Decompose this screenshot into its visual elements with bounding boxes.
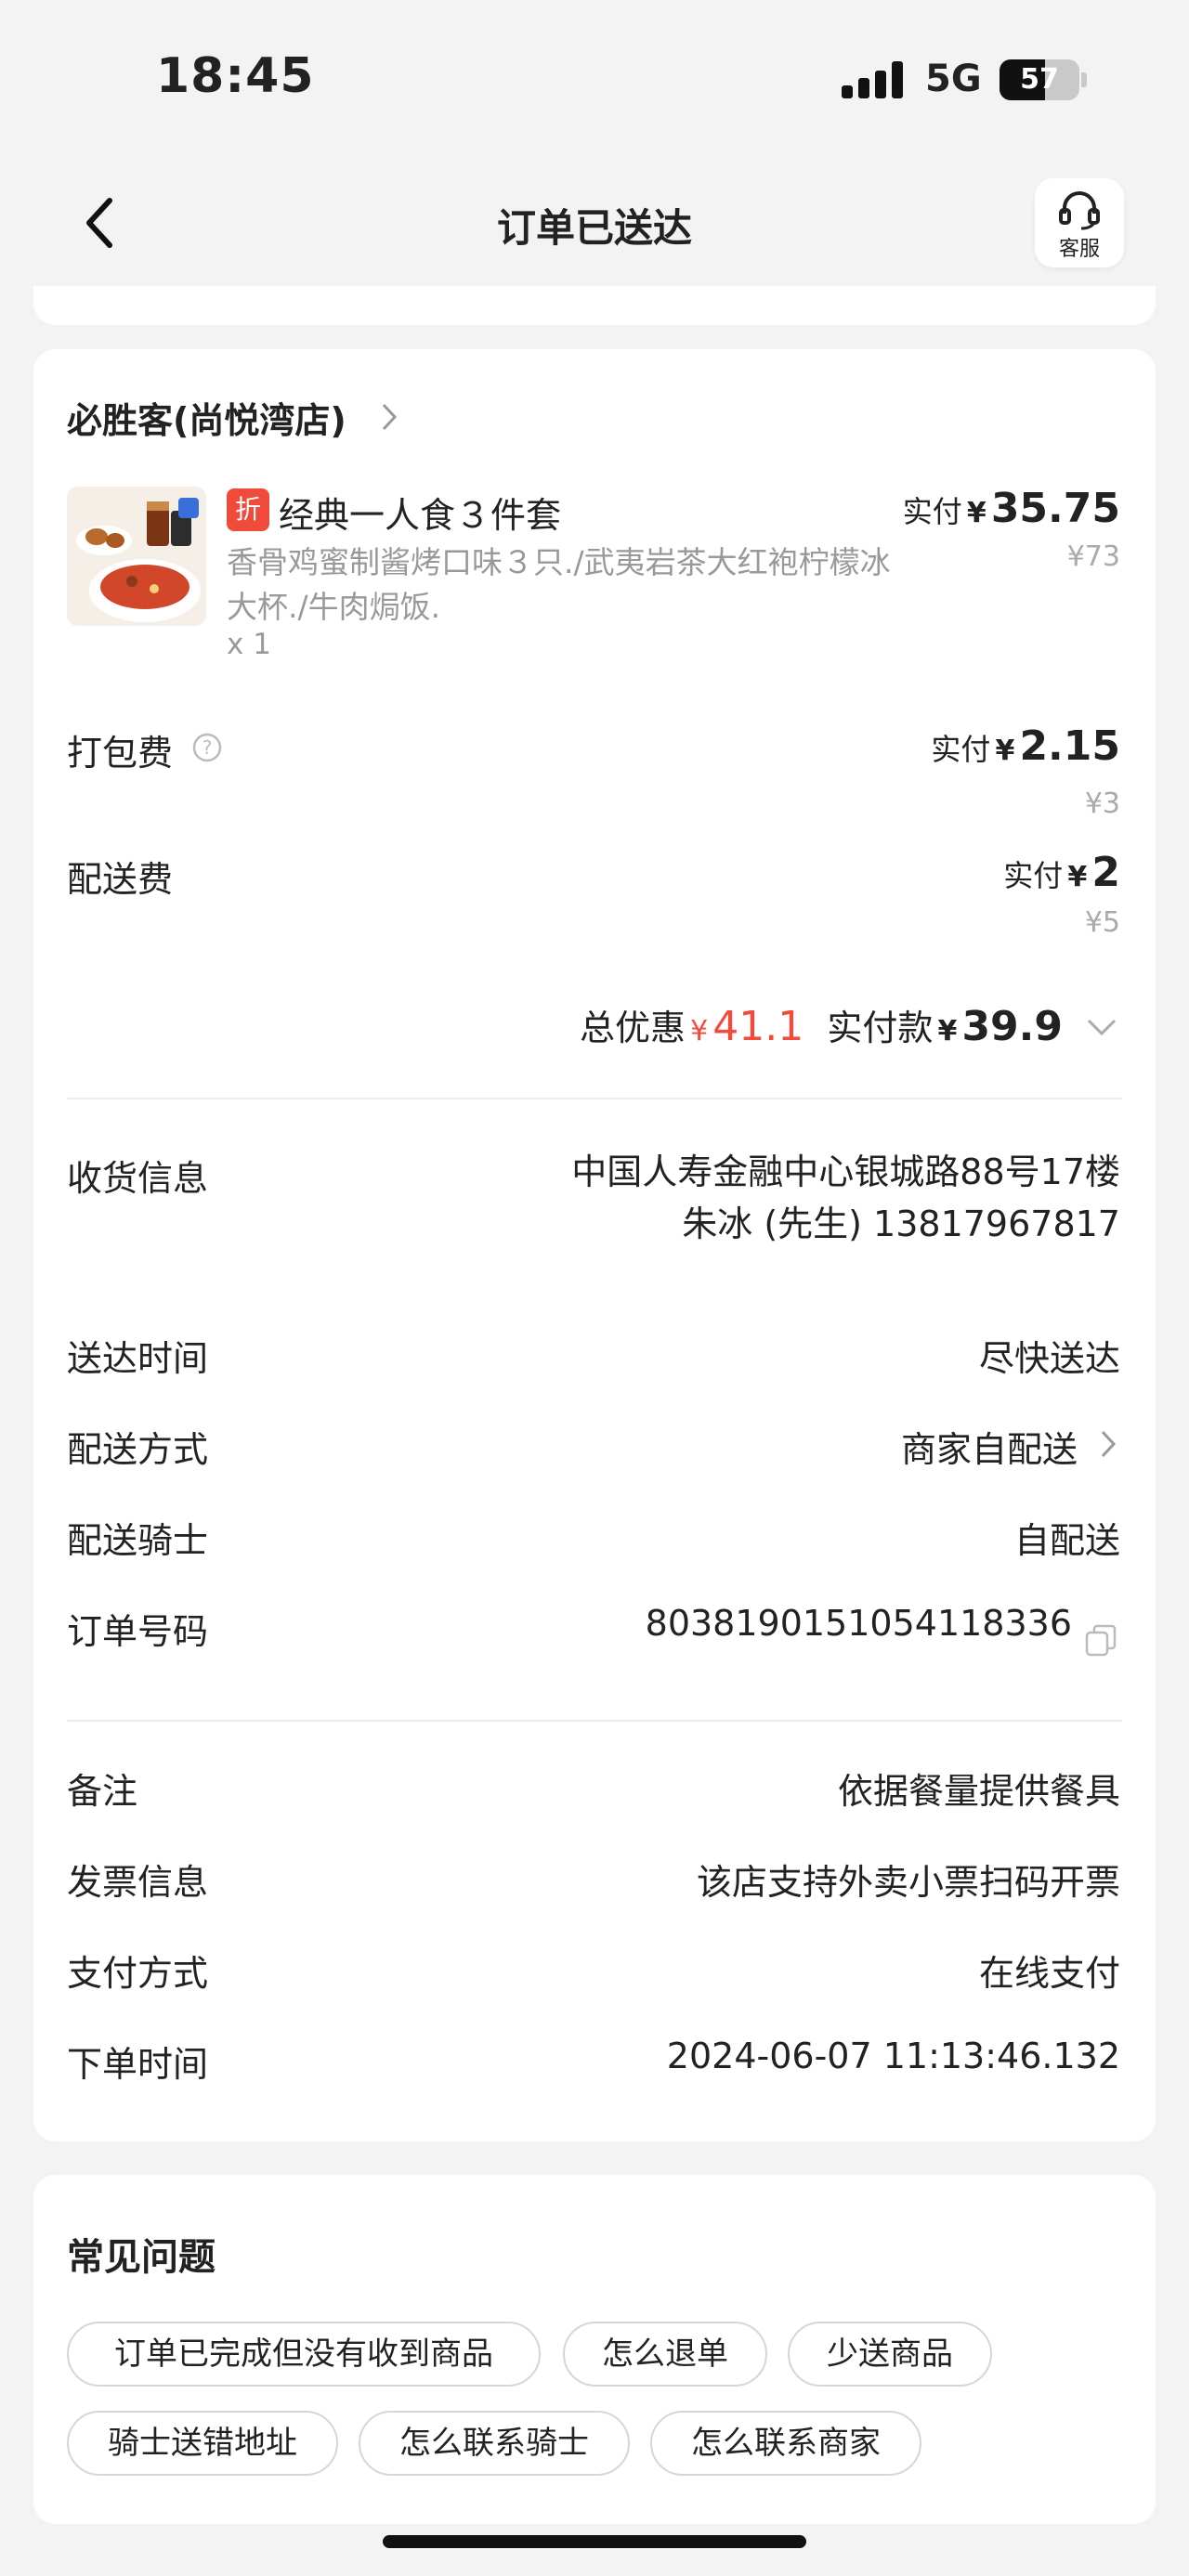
payment-method-label: 支付方式 [67,1953,209,1994]
packaging-fee-price: 实付 ¥ 2.15 [931,722,1120,770]
nav-bar: 订单已送达 客服 [0,158,1189,286]
remark-value: 依据餐量提供餐具 [837,1771,1120,1812]
delivery-time-label: 送达时间 [67,1338,209,1379]
paid-total-amount: 39.9 [961,1003,1063,1050]
order-card: 必胜客(尚悦湾店) 折 经典一人食３件套 香骨鸡蜜制酱烤口味３只./武夷岩茶大红… [33,349,1156,2141]
paid-total-label: 实付款 [827,1008,934,1048]
discount-label: 总优惠 [580,1008,686,1048]
help-icon[interactable]: ? [191,732,223,763]
faq-card: 常见问题 订单已完成但没有收到商品 怎么退单 少送商品 骑士送错地址 怎么联系骑… [33,2175,1156,2524]
battery-percent: 57 [1020,63,1059,96]
faq-chip[interactable]: 骑士送错地址 [67,2411,338,2476]
currency-symbol: ¥ [995,735,1015,767]
invoice-value: 该店支持外卖小票扫码开票 [696,1862,1120,1903]
network-label: 5G [925,58,982,100]
paid-label: 实付 [902,494,962,529]
order-number-label: 订单号码 [67,1611,209,1652]
discount-currency: ¥ [690,1015,709,1047]
home-indicator[interactable] [383,2535,806,2548]
item-name: 经典一人食３件套 [279,495,562,536]
food-image [67,487,206,626]
delivery-method-label: 配送方式 [67,1429,209,1470]
remark-label: 备注 [67,1771,138,1812]
status-time: 18:45 [156,48,315,104]
paid-total-currency: ¥ [937,1015,958,1047]
delivery-original-price: ¥5 [1084,906,1120,939]
status-bar: 18:45 5G 57 [0,0,1189,158]
currency-symbol: ¥ [1067,861,1088,893]
recipient-text: 朱冰 (先生) 13817967817 [682,1203,1120,1244]
divider [67,1720,1122,1722]
packaging-original-price: ¥3 [1084,787,1120,820]
divider [67,1098,1122,1099]
customer-service-button[interactable]: 客服 [1035,178,1124,267]
delivery-method-value[interactable]: 商家自配送 [901,1421,1078,1472]
rider-label: 配送骑士 [67,1520,209,1561]
svg-text:?: ? [203,736,213,759]
faq-chip[interactable]: 怎么退单 [563,2322,767,2387]
invoice-label: 发票信息 [67,1862,209,1903]
page-title: 订单已送达 [496,205,692,251]
discount-badge: 折 [227,488,269,531]
delivery-time-value: 尽快送达 [978,1338,1120,1379]
order-total[interactable]: 总优惠 ¥ 41.1 实付款 ¥ 39.9 [580,999,1063,1050]
item-quantity: x 1 [227,628,271,661]
store-name[interactable]: 必胜客(尚悦湾店) [67,392,346,443]
battery-tip [1081,72,1087,87]
faq-chip[interactable]: 怎么联系骑士 [359,2411,630,2476]
faq-title: 常见问题 [67,2236,216,2279]
packaging-fee-label: 打包费 [67,733,174,774]
delivery-fee-label: 配送费 [67,859,174,900]
delivery-fee-price: 实付 ¥ 2 [1003,849,1120,896]
faq-chip[interactable]: 怎么联系商家 [650,2411,921,2476]
address-block: 中国人寿金融中心银城路88号17楼 朱冰 (先生) 13817967817 [526,1146,1120,1250]
customer-service-label: 客服 [1058,238,1100,261]
order-number-value: 8038190151054118336 [645,1603,1072,1644]
faq-chip[interactable]: 少送商品 [788,2322,992,2387]
chevron-right-icon[interactable] [379,401,399,433]
headset-icon [1059,191,1100,230]
order-time-label: 下单时间 [67,2044,209,2085]
copy-icon[interactable] [1083,1623,1118,1659]
item-description: 香骨鸡蜜制酱烤口味３只./武夷岩茶大红袍柠檬冰大杯./牛肉焗饭. [227,544,891,625]
payment-method-value: 在线支付 [978,1953,1120,1994]
faq-chip[interactable]: 订单已完成但没有收到商品 [67,2322,541,2387]
battery-icon: 57 [1000,59,1079,100]
chevron-right-icon[interactable] [1098,1428,1118,1460]
currency-symbol: ¥ [966,497,986,529]
delivery-fee-amount: 2 [1091,849,1120,896]
signal-icon [842,61,905,98]
item-thumbnail [67,487,206,626]
address-text: 中国人寿金融中心银城路88号17楼 [571,1151,1120,1192]
paid-label: 实付 [931,732,991,767]
item-original-price: ¥73 [1066,540,1120,573]
paid-label: 实付 [1003,858,1064,893]
item-price: 实付 ¥ 35.75 [903,485,1120,532]
address-label: 收货信息 [67,1158,209,1199]
order-time-value: 2024-06-07 11:13:46.132 [666,2036,1120,2076]
discount-amount: 41.1 [712,1003,804,1050]
item-price-amount: 35.75 [990,485,1120,532]
packaging-fee-amount: 2.15 [1019,722,1120,770]
rider-value: 自配送 [1013,1520,1120,1561]
chevron-down-icon[interactable] [1085,1016,1118,1038]
